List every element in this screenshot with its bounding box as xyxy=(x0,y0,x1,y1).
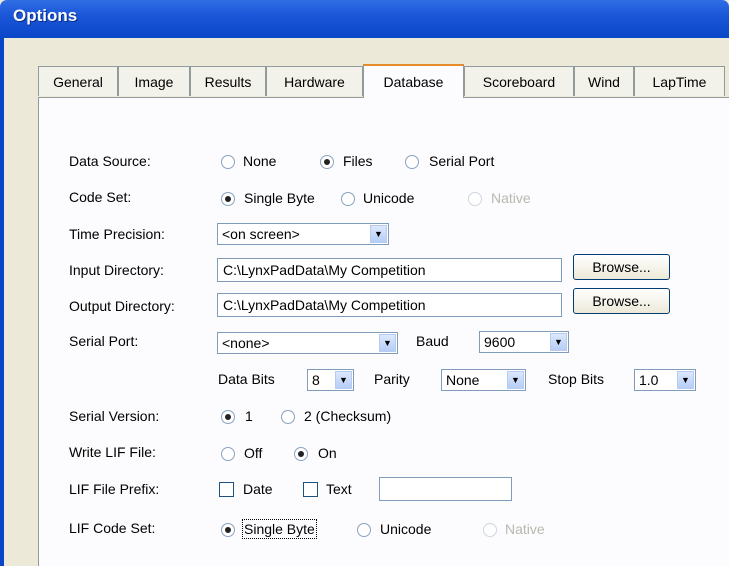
input-directory-value: C:\LynxPadData\My Competition xyxy=(223,262,426,278)
tab-scoreboard[interactable]: Scoreboard xyxy=(464,66,574,96)
serial-version-2-radio[interactable] xyxy=(281,410,295,424)
parity-value: None xyxy=(446,372,480,388)
window-frame xyxy=(0,38,4,566)
data-source-serial-radio[interactable] xyxy=(405,155,419,169)
lif-prefix-text-field[interactable] xyxy=(379,477,512,501)
data-source-files-radio[interactable] xyxy=(320,155,334,169)
output-directory-field[interactable]: C:\LynxPadData\My Competition xyxy=(217,293,562,317)
data-source-none-radio[interactable] xyxy=(221,155,235,169)
time-precision-select[interactable]: <on screen> ▼ xyxy=(217,223,389,245)
parity-select[interactable]: None ▼ xyxy=(441,369,526,391)
baud-label: Baud xyxy=(416,333,449,349)
serial-version-1-radio[interactable] xyxy=(221,410,235,424)
code-set-single-byte-radio[interactable] xyxy=(221,192,235,206)
stop-bits-label: Stop Bits xyxy=(548,371,605,387)
code-set-native-radio xyxy=(468,192,482,206)
tab-laptime[interactable]: LapTime xyxy=(634,66,725,96)
tab-hardware[interactable]: Hardware xyxy=(266,66,363,96)
serial-port-label: Serial Port: xyxy=(69,333,139,349)
output-browse-button[interactable]: Browse... xyxy=(573,288,670,314)
data-bits-value: 8 xyxy=(312,372,320,388)
lif-code-set-single-byte-radio[interactable] xyxy=(221,523,235,537)
chevron-down-icon[interactable]: ▼ xyxy=(507,371,524,389)
lif-code-set-single-byte-label[interactable]: Single Byte xyxy=(242,519,317,539)
input-directory-field[interactable]: C:\LynxPadData\My Competition xyxy=(217,258,562,282)
baud-value: 9600 xyxy=(484,334,516,350)
chevron-down-icon[interactable]: ▼ xyxy=(677,371,694,389)
database-panel: Data Source: None Files Serial Port Code… xyxy=(38,97,729,566)
tab-database[interactable]: Database xyxy=(363,64,464,98)
stop-bits-select[interactable]: 1.0 ▼ xyxy=(634,369,696,391)
time-precision-label: Time Precision: xyxy=(69,226,165,242)
serial-port-select[interactable]: <none> ▼ xyxy=(217,332,398,354)
data-bits-select[interactable]: 8 ▼ xyxy=(307,369,354,391)
data-source-files-label[interactable]: Files xyxy=(343,153,373,169)
code-set-unicode-radio[interactable] xyxy=(341,192,355,206)
lif-code-set-unicode-radio[interactable] xyxy=(357,523,371,537)
chevron-down-icon[interactable]: ▼ xyxy=(370,225,387,243)
chevron-down-icon[interactable]: ▼ xyxy=(335,371,352,389)
tab-wind[interactable]: Wind xyxy=(574,66,634,96)
window-title: Options xyxy=(13,6,78,25)
baud-select[interactable]: 9600 ▼ xyxy=(479,331,569,353)
serial-version-1-label[interactable]: 1 xyxy=(245,408,253,424)
serial-version-label: Serial Version: xyxy=(69,408,160,424)
lif-code-set-label: LIF Code Set: xyxy=(69,520,156,536)
lif-prefix-text-label[interactable]: Text xyxy=(326,481,352,497)
input-directory-label: Input Directory: xyxy=(69,262,164,278)
code-set-label: Code Set: xyxy=(69,189,132,205)
data-bits-label: Data Bits xyxy=(218,371,275,387)
write-lif-off-label[interactable]: Off xyxy=(244,445,262,461)
code-set-single-byte-label[interactable]: Single Byte xyxy=(244,190,315,206)
lif-prefix-label: LIF File Prefix: xyxy=(69,481,160,497)
serial-version-2-label[interactable]: 2 (Checksum) xyxy=(304,408,391,424)
write-lif-on-label[interactable]: On xyxy=(318,445,337,461)
data-source-serial-label[interactable]: Serial Port xyxy=(429,153,494,169)
lif-prefix-text-checkbox[interactable] xyxy=(303,482,318,497)
data-source-none-label[interactable]: None xyxy=(243,153,276,169)
lif-prefix-date-label[interactable]: Date xyxy=(243,481,273,497)
chevron-down-icon[interactable]: ▼ xyxy=(550,333,567,351)
lif-code-set-unicode-label[interactable]: Unicode xyxy=(380,521,431,537)
code-set-unicode-label[interactable]: Unicode xyxy=(363,190,414,206)
lif-code-set-native-label: Native xyxy=(505,521,545,537)
parity-label: Parity xyxy=(374,371,410,387)
write-lif-label: Write LIF File: xyxy=(69,444,156,460)
title-bar[interactable]: Options xyxy=(0,0,729,38)
lif-prefix-date-checkbox[interactable] xyxy=(219,482,234,497)
output-directory-value: C:\LynxPadData\My Competition xyxy=(223,297,426,313)
data-source-label: Data Source: xyxy=(69,153,151,169)
tab-results[interactable]: Results xyxy=(190,66,266,96)
write-lif-on-radio[interactable] xyxy=(294,447,308,461)
chevron-down-icon[interactable]: ▼ xyxy=(379,334,396,352)
stop-bits-value: 1.0 xyxy=(639,372,659,388)
tab-general[interactable]: General xyxy=(38,66,118,96)
code-set-native-label: Native xyxy=(491,190,531,206)
input-browse-button[interactable]: Browse... xyxy=(573,254,670,280)
time-precision-value: <on screen> xyxy=(222,226,300,242)
tab-image[interactable]: Image xyxy=(118,66,190,96)
output-directory-label: Output Directory: xyxy=(69,298,175,314)
write-lif-off-radio[interactable] xyxy=(221,447,235,461)
serial-port-value: <none> xyxy=(222,335,270,351)
lif-code-set-native-radio xyxy=(483,523,497,537)
